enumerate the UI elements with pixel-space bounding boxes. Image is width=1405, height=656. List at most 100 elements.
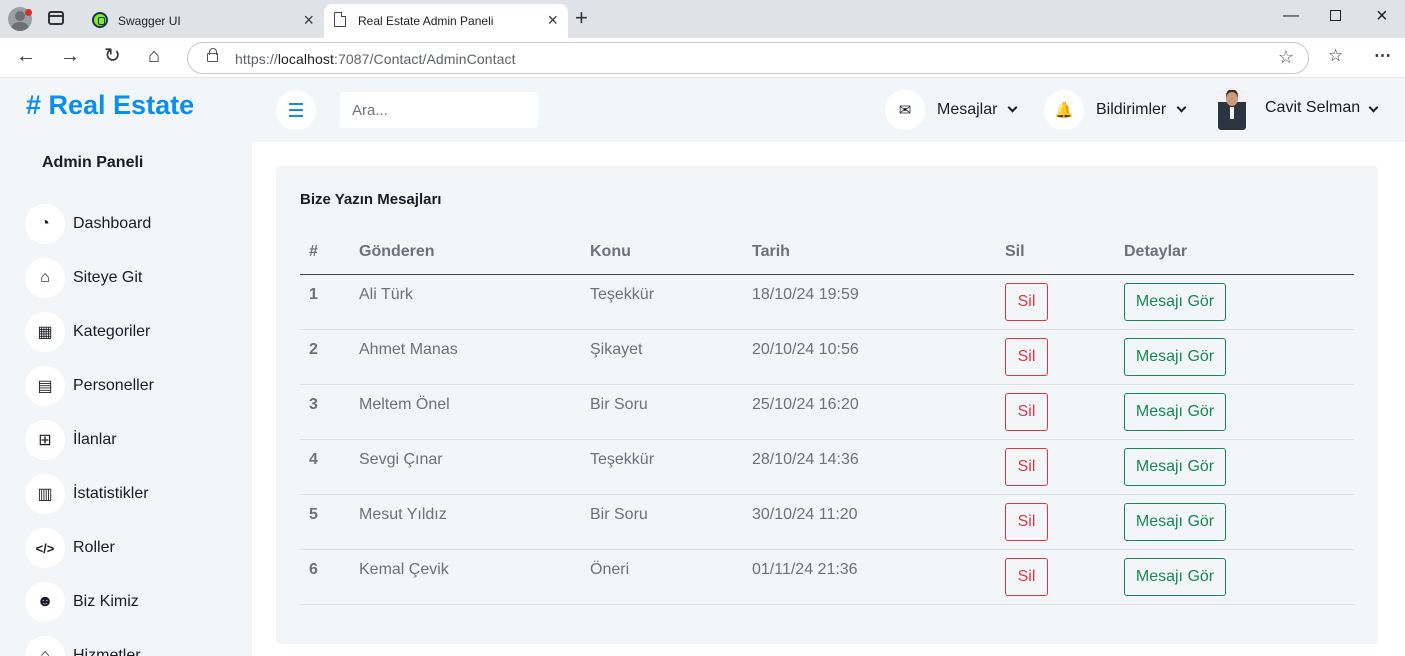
row-subject: Teşekkür [590, 439, 752, 495]
chevron-down-icon [1176, 102, 1187, 113]
sidebar-item-personeller[interactable]: ▤ Personeller [25, 366, 235, 406]
grid-icon: ▦ [25, 312, 65, 352]
column-header: Tarih [752, 230, 1005, 275]
tab-title: Real Estate Admin Paneli [358, 14, 494, 28]
browser-toolbar: ← → ↻ ⌂ https://localhost:7087/Contact/A… [0, 38, 1405, 78]
lock-icon [207, 48, 218, 62]
top-navbar: ✉ Mesajlar 🔔 Bildirimler Cavit Selman [252, 78, 1405, 142]
tab-swagger[interactable]: Swagger UI × [84, 4, 324, 38]
search-input[interactable] [340, 92, 538, 128]
delete-button[interactable]: Sil [1005, 337, 1048, 376]
sidebar-item-siteye-git[interactable]: ⌂ Siteye Git [25, 258, 235, 298]
tab-title: Swagger UI [118, 14, 181, 28]
minimize-icon[interactable]: — [1283, 8, 1299, 24]
reload-icon[interactable]: ↻ [104, 46, 121, 66]
delete-button[interactable]: Sil [1005, 557, 1048, 596]
sidebar-heading: Admin Paneli [42, 154, 144, 171]
forward-icon[interactable]: → [60, 46, 80, 66]
home-icon: ⌂ [25, 258, 65, 298]
delete-button[interactable]: Sil [1005, 502, 1048, 541]
row-date: 30/10/24 11:20 [752, 494, 1005, 550]
card-title: Bize Yazın Mesajları [300, 191, 442, 208]
user-name: Cavit Selman [1265, 99, 1361, 116]
table-row: 3 Meltem Önel Bir Soru 25/10/24 16:20 Si… [300, 384, 1354, 440]
sidebar-item-label: Dashboard [73, 215, 152, 232]
sidebar-item-roller[interactable]: </> Roller [25, 528, 235, 568]
sidebar-item-dashboard[interactable]: ◔ Dashboard [25, 204, 235, 244]
row-subject: Bir Soru [590, 384, 752, 440]
home-browser-icon[interactable]: ⌂ [148, 46, 160, 66]
row-date: 28/10/24 14:36 [752, 439, 1005, 495]
table-row: 6 Kemal Çevik Öneri 01/11/24 21:36 Sil M… [300, 549, 1354, 605]
sidebar-item-istatistikler[interactable]: ▥ İstatistikler [25, 474, 235, 514]
sidebar-item-label: Roller [73, 539, 115, 556]
row-subject: Bir Soru [590, 494, 752, 550]
row-sender: Mesut Yıldız [359, 494, 590, 550]
notifications-label: Bildirimler [1096, 101, 1167, 118]
building-icon: ⌂ [25, 636, 65, 656]
maximize-icon[interactable] [1330, 10, 1341, 21]
view-message-button[interactable]: Mesajı Gör [1124, 557, 1226, 596]
sidebar-item-label: Kategoriler [73, 323, 151, 340]
row-sender: Ahmet Manas [359, 329, 590, 385]
new-tab-icon[interactable]: + [575, 7, 588, 29]
code-icon: </> [25, 528, 65, 568]
row-subject: Teşekkür [590, 274, 752, 330]
table-row: 4 Sevgi Çınar Teşekkür 28/10/24 14:36 Si… [300, 439, 1354, 495]
delete-button[interactable]: Sil [1005, 447, 1048, 486]
row-id: 3 [300, 384, 359, 440]
favorite-star-icon[interactable]: ☆ [1278, 48, 1294, 66]
close-window-icon[interactable]: × [1376, 6, 1388, 26]
view-message-button[interactable]: Mesajı Gör [1124, 282, 1226, 321]
view-message-button[interactable]: Mesajı Gör [1124, 447, 1226, 486]
address-bar[interactable]: https://localhost:7087/Contact/AdminCont… [187, 42, 1309, 74]
row-id: 1 [300, 274, 359, 330]
more-menu-icon[interactable]: ⋯ [1374, 47, 1391, 64]
tab-close-icon[interactable]: × [303, 11, 314, 29]
sidebar-item-label: Hizmetler [73, 647, 141, 656]
table-icon: ⊞ [25, 420, 65, 460]
messages-dropdown[interactable]: ✉ Mesajlar [885, 90, 1025, 130]
view-message-button[interactable]: Mesajı Gör [1124, 392, 1226, 431]
row-sender: Meltem Önel [359, 384, 590, 440]
messages-card: Bize Yazın Mesajları # Gönderen Konu Tar… [276, 166, 1378, 644]
sidebar-item-label: Biz Kimiz [73, 593, 139, 610]
profile-notification-dot [25, 9, 32, 16]
delete-button[interactable]: Sil [1005, 392, 1048, 431]
view-message-button[interactable]: Mesajı Gör [1124, 502, 1226, 541]
chevron-down-icon [1368, 102, 1379, 113]
table-row: 2 Ahmet Manas Şikayet 20/10/24 10:56 Sil… [300, 329, 1354, 385]
brand-logo[interactable]: # Real Estate [26, 90, 194, 121]
row-date: 01/11/24 21:36 [752, 549, 1005, 605]
sidebar-item-ilanlar[interactable]: ⊞ İlanlar [25, 420, 235, 460]
notifications-dropdown[interactable]: 🔔 Bildirimler [1044, 90, 1194, 130]
tab-admin-panel[interactable]: Real Estate Admin Paneli × [324, 4, 568, 38]
column-header: Sil [1005, 230, 1124, 275]
row-id: 2 [300, 329, 359, 385]
column-header: Gönderen [359, 230, 590, 275]
id-card-icon: ▤ [25, 366, 65, 406]
tab-close-icon[interactable]: × [547, 11, 558, 29]
sidebar-item-label: İlanlar [73, 431, 117, 448]
delete-button[interactable]: Sil [1005, 282, 1048, 321]
admin-app: # Real Estate Admin Paneli ◔ Dashboard ⌂… [0, 78, 1405, 656]
sidebar-item-hizmetler[interactable]: ⌂ Hizmetler [25, 636, 235, 656]
dashboard-gauge-icon: ◔ [25, 204, 65, 244]
row-sender: Ali Türk [359, 274, 590, 330]
messages-table: # Gönderen Konu Tarih Sil Detaylar 1 Ali… [300, 230, 1354, 605]
back-icon[interactable]: ← [16, 46, 36, 66]
row-sender: Kemal Çevik [359, 549, 590, 605]
row-date: 20/10/24 10:56 [752, 329, 1005, 385]
users-icon: ☻ [25, 582, 65, 622]
sidebar-item-kategoriler[interactable]: ▦ Kategoriler [25, 312, 235, 352]
menu-toggle-icon[interactable] [276, 90, 316, 130]
favorites-icon[interactable]: ☆ [1328, 47, 1343, 64]
row-id: 6 [300, 549, 359, 605]
view-message-button[interactable]: Mesajı Gör [1124, 337, 1226, 376]
row-subject: Şikayet [590, 329, 752, 385]
sidebar-item-biz-kimiz[interactable]: ☻ Biz Kimiz [25, 582, 235, 622]
tab-actions-icon[interactable] [48, 11, 64, 25]
sidebar-item-label: İstatistikler [73, 485, 149, 502]
table-row: 5 Mesut Yıldız Bir Soru 30/10/24 11:20 S… [300, 494, 1354, 550]
user-dropdown[interactable]: Cavit Selman [1218, 90, 1384, 130]
